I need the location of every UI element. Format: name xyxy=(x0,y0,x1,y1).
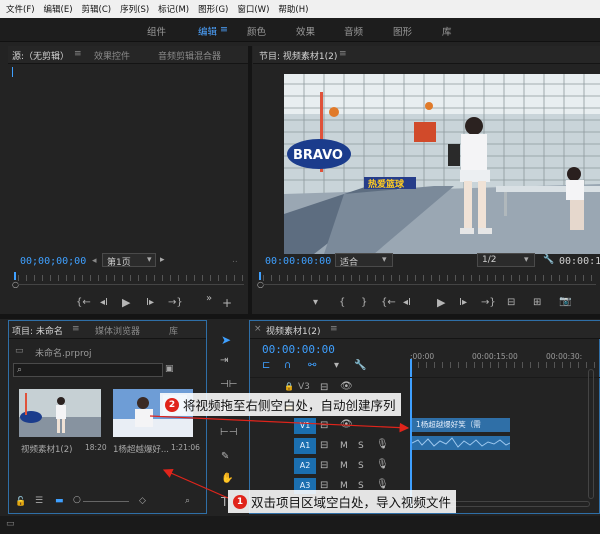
drag-arrow xyxy=(149,415,410,433)
callout-text-2: 将视频拖至右侧空白处，自动创建序列 xyxy=(183,398,396,413)
callout-step-2: 2 将视频拖至右侧空白处，自动创建序列 xyxy=(160,393,401,416)
double-click-arrow xyxy=(162,468,229,499)
annotation-arrows xyxy=(149,415,410,499)
callout-step-1: 1 双击项目区域空白处，导入视频文件 xyxy=(228,490,457,513)
callout-number-2: 2 xyxy=(165,397,179,412)
callout-number-1: 1 xyxy=(233,494,247,509)
callout-text-1: 双击项目区域空白处，导入视频文件 xyxy=(251,495,452,510)
